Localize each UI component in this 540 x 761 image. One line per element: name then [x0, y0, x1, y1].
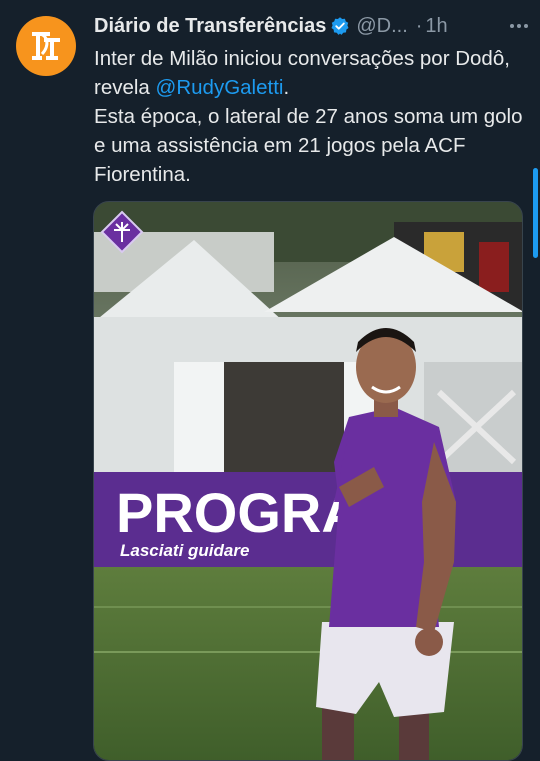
more-options-icon[interactable]	[510, 16, 528, 36]
timestamp[interactable]: 1h	[425, 15, 447, 38]
text-suffix: .	[283, 76, 290, 99]
author-handle[interactable]: @D...	[356, 15, 407, 38]
sponsor-banner-text: PROGRA	[116, 481, 362, 544]
dt-logo-icon	[32, 32, 60, 60]
separator-dot: ·	[415, 14, 423, 37]
author-name[interactable]: Diário de Transferências	[94, 15, 326, 38]
tweet-text: Inter de Milão iniciou conversações por …	[94, 44, 534, 189]
mention-link[interactable]: @RudyGaletti	[156, 76, 284, 99]
tweet-header: Diário de Transferências @D... · 1h	[94, 13, 526, 39]
verified-badge-icon	[330, 16, 350, 36]
sponsor-banner-subtext: Lasciati guidare	[120, 541, 249, 560]
avatar[interactable]	[16, 16, 76, 76]
tweet-text-line-1: Inter de Milão iniciou conversações por …	[94, 44, 534, 102]
photo-canvas: PROGRA Lasciati guidare	[94, 202, 522, 760]
scrollbar-thumb[interactable]	[533, 168, 538, 258]
tweet-text-line-2: Esta época, o lateral de 27 anos soma um…	[94, 105, 523, 186]
tweet-photo[interactable]: PROGRA Lasciati guidare	[93, 201, 523, 761]
